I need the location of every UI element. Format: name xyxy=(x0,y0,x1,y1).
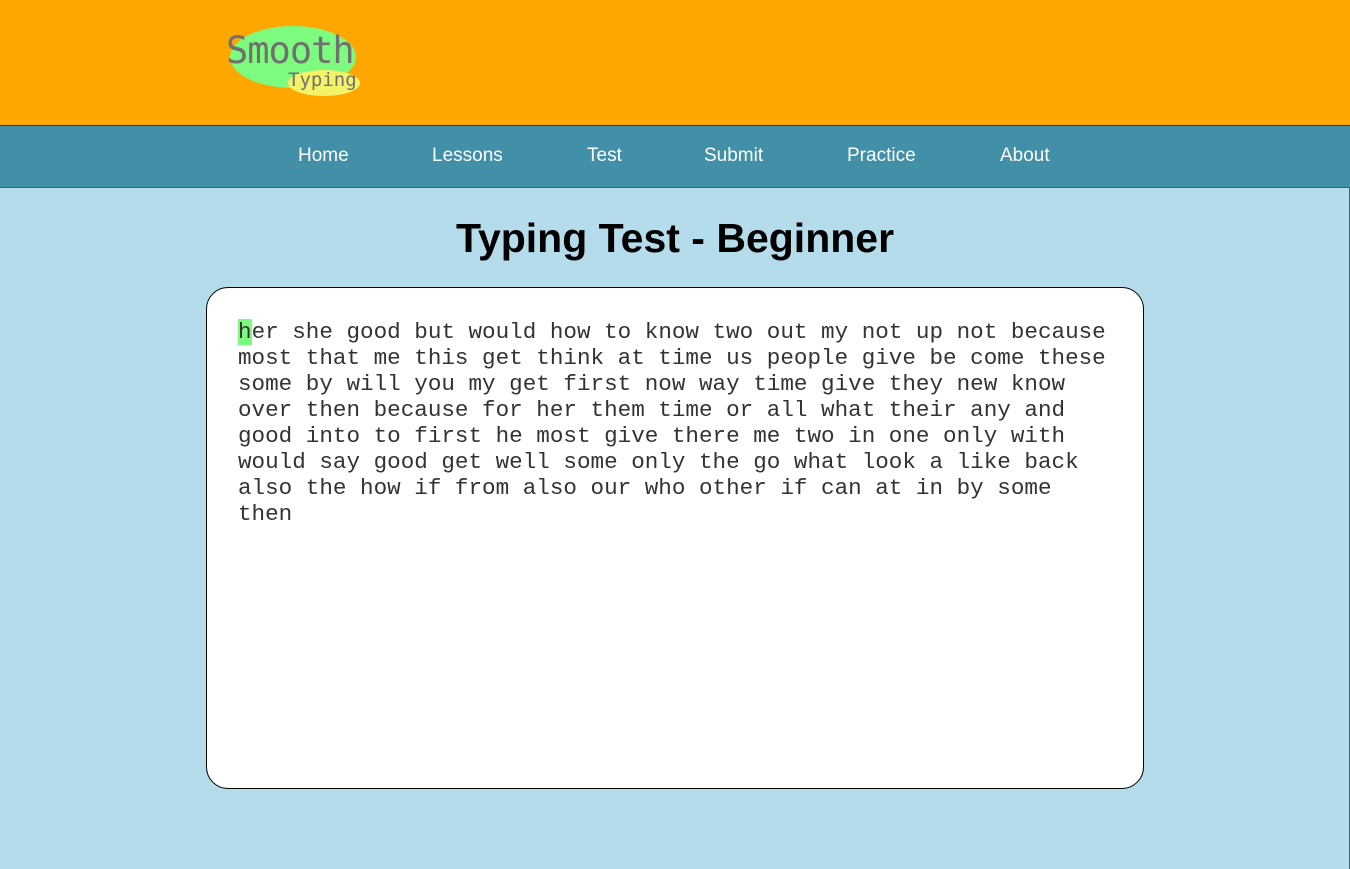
nav-home[interactable]: Home xyxy=(298,145,349,167)
typing-line: some by will you my get first now way ti… xyxy=(238,371,1066,397)
main-nav: Home Lessons Test Submit Practice About xyxy=(0,126,1350,188)
typing-line: also the how if from also our who other … xyxy=(238,475,1052,501)
nav-about[interactable]: About xyxy=(1000,145,1050,167)
typing-line: over then because for her them time or a… xyxy=(238,397,1066,423)
page-title: Typing Test - Beginner xyxy=(455,215,895,261)
nav-submit[interactable]: Submit xyxy=(704,145,763,167)
typing-text: her she good but would how to know two o… xyxy=(238,319,1118,527)
typing-line: would say good get well some only the go… xyxy=(238,449,1079,475)
site-logo[interactable]: Smooth Typing xyxy=(226,24,366,100)
typing-line: er she good but would how to know two ou… xyxy=(251,319,1106,345)
logo-word-typing: Typing xyxy=(288,69,357,91)
nav-lessons[interactable]: Lessons xyxy=(432,145,503,167)
typing-line: then xyxy=(238,501,293,527)
nav-practice[interactable]: Practice xyxy=(847,145,916,167)
logo-word-smooth: Smooth xyxy=(226,29,355,72)
typing-line: good into to first he most give there me… xyxy=(238,423,1066,449)
nav-test[interactable]: Test xyxy=(587,145,622,167)
typing-area[interactable]: her she good but would how to know two o… xyxy=(206,287,1144,789)
site-header: Smooth Typing xyxy=(0,0,1350,126)
current-char-highlight: h xyxy=(238,319,252,345)
typing-line: most that me this get think at time us p… xyxy=(238,345,1106,371)
